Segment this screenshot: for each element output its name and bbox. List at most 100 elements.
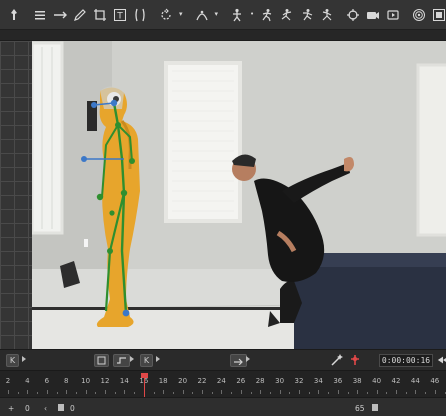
timeline-tick-label: 18 bbox=[158, 377, 168, 385]
curve-button[interactable] bbox=[113, 354, 130, 367]
range-start-handle[interactable] bbox=[58, 404, 64, 411]
list-icon[interactable] bbox=[33, 7, 47, 23]
curve-icon bbox=[117, 357, 126, 364]
rewind-icon[interactable] bbox=[437, 352, 446, 368]
main-toolbar: T ▾ ▾ • bbox=[0, 0, 446, 30]
timeline-tick bbox=[337, 390, 339, 394]
timeline-tick bbox=[396, 390, 397, 394]
timeline-tick-label: 22 bbox=[197, 377, 207, 385]
timeline-tick bbox=[163, 390, 165, 394]
timeline-minor-tick bbox=[366, 392, 368, 394]
timeline-tick-label: 38 bbox=[352, 377, 362, 385]
timeline-tick bbox=[8, 390, 9, 394]
play-arrow-icon[interactable] bbox=[156, 356, 160, 362]
camera-frame-button[interactable] bbox=[94, 354, 109, 367]
reference-video-frame bbox=[32, 41, 446, 349]
timeline-tick bbox=[279, 390, 281, 394]
crop-icon[interactable] bbox=[93, 7, 107, 23]
range-add-icon[interactable]: + bbox=[8, 403, 14, 413]
run-pose-d-icon[interactable] bbox=[320, 7, 334, 23]
play-arrow-icon[interactable] bbox=[246, 356, 250, 362]
timeline-tick-label: 14 bbox=[119, 377, 129, 385]
target-icon[interactable] bbox=[346, 7, 360, 23]
timeline-tick bbox=[434, 390, 436, 394]
rotate-icon[interactable] bbox=[159, 7, 173, 23]
timeline-tick bbox=[27, 390, 29, 394]
timeline-minor-tick bbox=[405, 392, 407, 394]
viewport[interactable] bbox=[0, 41, 446, 349]
text-tool-icon[interactable]: T bbox=[113, 7, 127, 23]
timeline-minor-tick bbox=[444, 392, 446, 394]
timeline-tick-label: 32 bbox=[294, 377, 304, 385]
range-end-value[interactable]: 65 bbox=[355, 403, 365, 413]
grid-icon[interactable] bbox=[432, 7, 446, 23]
play-arrow-icon[interactable] bbox=[130, 356, 134, 362]
magic-wand-icon[interactable] bbox=[329, 352, 345, 368]
frame-icon bbox=[97, 356, 106, 365]
timeline-minor-tick bbox=[269, 392, 271, 394]
timeline-tick bbox=[85, 390, 87, 394]
video-icon[interactable] bbox=[386, 7, 400, 23]
timeline-minor-tick bbox=[289, 392, 291, 394]
range-end-handle[interactable] bbox=[372, 404, 378, 411]
timeline-tick bbox=[202, 390, 203, 394]
timeline-minor-tick bbox=[192, 392, 194, 394]
pose-icon[interactable] bbox=[230, 7, 244, 23]
pin-icon[interactable] bbox=[7, 7, 21, 23]
timeline-tick-label: 2 bbox=[5, 377, 11, 385]
timeline-tick-label: 44 bbox=[410, 377, 420, 385]
timeline-tick-label: 46 bbox=[430, 377, 440, 385]
bracket-icon[interactable] bbox=[133, 7, 147, 23]
timeline-minor-tick bbox=[114, 392, 116, 394]
timeline-minor-tick bbox=[37, 392, 39, 394]
arrow-range-icon[interactable] bbox=[53, 7, 67, 23]
timeline-minor-tick bbox=[134, 392, 136, 394]
timeline-tick-label: 40 bbox=[372, 377, 382, 385]
timecode-display[interactable]: 0:00:00:16 bbox=[379, 354, 433, 367]
run-pose-a-icon[interactable] bbox=[260, 7, 274, 23]
timeline-minor-tick bbox=[308, 392, 310, 394]
camera-icon[interactable] bbox=[366, 7, 380, 23]
timeline-tick-label: 36 bbox=[333, 377, 343, 385]
timeline-tick bbox=[318, 390, 320, 394]
chevron-left-icon[interactable]: ‹ bbox=[44, 403, 47, 413]
timeline-minor-tick bbox=[172, 392, 174, 394]
run-pose-b-icon[interactable] bbox=[280, 7, 294, 23]
range-start-value[interactable]: 0 bbox=[70, 403, 75, 413]
keyframe-button[interactable]: K bbox=[6, 354, 19, 367]
toolbar-sub-strip bbox=[0, 30, 446, 41]
playhead-handle[interactable] bbox=[140, 373, 148, 378]
timeline-tick-label: 26 bbox=[236, 377, 246, 385]
skeleton-tool-icon[interactable] bbox=[195, 7, 209, 23]
spark-icon: • bbox=[250, 10, 255, 18]
timeline-tick bbox=[299, 390, 300, 394]
timeline-minor-tick bbox=[386, 392, 388, 394]
timeline-tick-label: 42 bbox=[391, 377, 401, 385]
chevron-down-icon[interactable]: ▾ bbox=[179, 7, 183, 23]
timeline-tick-label: 34 bbox=[313, 377, 323, 385]
timeline-minor-tick bbox=[56, 392, 58, 394]
start-frame-value[interactable]: 0 bbox=[25, 403, 30, 413]
timeline-tick bbox=[46, 390, 48, 394]
timeline-tick-label: 28 bbox=[255, 377, 265, 385]
timeline-tick bbox=[66, 390, 68, 394]
chevron-down-icon[interactable]: ▾ bbox=[215, 7, 219, 23]
timeline-tick bbox=[260, 390, 262, 394]
record-pin-icon[interactable] bbox=[347, 352, 363, 368]
timeline-tick bbox=[124, 390, 126, 394]
timeline-tick-label: 10 bbox=[81, 377, 91, 385]
pencil-tool-icon[interactable] bbox=[73, 7, 87, 23]
timeline-tick-label: 30 bbox=[275, 377, 285, 385]
timeline-ruler[interactable]: 2468101214161820222426283032343638404244… bbox=[0, 370, 446, 397]
play-arrow-icon[interactable] bbox=[22, 356, 26, 362]
loop-button[interactable] bbox=[230, 354, 247, 367]
spiral-icon[interactable] bbox=[412, 7, 426, 23]
timeline-tick-label: 6 bbox=[44, 377, 50, 385]
timeline-minor-tick bbox=[17, 392, 19, 394]
timeline-minor-tick bbox=[231, 392, 233, 394]
timeline-tick bbox=[376, 390, 378, 394]
timeline-tick bbox=[105, 390, 106, 394]
timeline-minor-tick bbox=[250, 392, 252, 394]
keyframe-button-2[interactable]: K bbox=[140, 354, 153, 367]
run-pose-c-icon[interactable] bbox=[300, 7, 314, 23]
